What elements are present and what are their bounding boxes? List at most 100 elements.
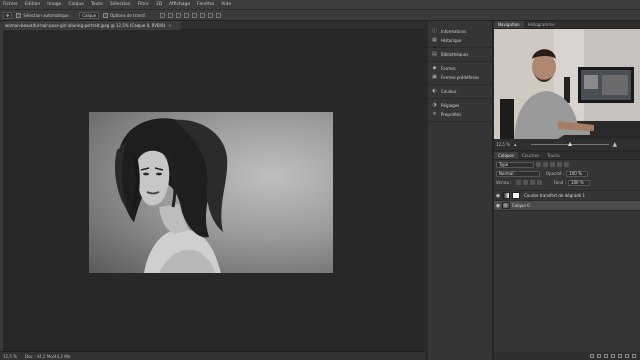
- panel-bibliotheques[interactable]: ▤ Bibliothèques: [428, 50, 492, 59]
- lock-pixels-icon[interactable]: [515, 180, 521, 185]
- delete-layer-icon[interactable]: [632, 354, 636, 358]
- navigator-zoom-bar: 12,5 % ▴ ▲: [494, 139, 640, 150]
- tab-navigation[interactable]: Navigation: [494, 21, 524, 28]
- document-image[interactable]: [89, 112, 333, 273]
- navigator-panel: Navigation Histogramme 12,5 % ▴ ▲: [494, 21, 640, 150]
- align-bottom-icon[interactable]: [199, 12, 205, 18]
- panel-informations[interactable]: ⓘ Informations: [428, 27, 492, 36]
- add-mask-icon[interactable]: [604, 354, 608, 358]
- collapsed-panels: ⓘ Informations ▦ Historique ▤ Bibliothèq…: [428, 21, 493, 360]
- visibility-eye-icon[interactable]: ◉: [494, 203, 502, 209]
- auto-select-dropdown[interactable]: Calque: [79, 11, 100, 19]
- menu-3d[interactable]: 3D: [156, 2, 162, 7]
- filter-text-icon[interactable]: [550, 162, 555, 167]
- blend-opacity-row: Normal Opacité : 100 %: [494, 169, 640, 178]
- panel-proprietes-label: Propriétés: [441, 112, 462, 117]
- auto-select-checkbox[interactable]: [16, 12, 22, 18]
- navigator-tabs: Navigation Histogramme: [494, 21, 640, 29]
- align-center-icon[interactable]: [167, 12, 173, 18]
- zoom-out-icon[interactable]: ▴: [514, 142, 517, 148]
- canvas-area[interactable]: [3, 30, 425, 351]
- info-icon: ⓘ: [432, 28, 438, 34]
- distribute-icon[interactable]: [207, 12, 213, 18]
- status-zoom[interactable]: 12,5 %: [3, 354, 17, 359]
- link-layers-icon[interactable]: [590, 354, 594, 358]
- layer-mask-thumb[interactable]: [512, 192, 520, 199]
- menu-texte[interactable]: Texte: [91, 2, 103, 7]
- fill-field[interactable]: 100 %: [567, 179, 590, 186]
- panel-formes-label: Formes: [441, 66, 456, 71]
- menu-affichage[interactable]: Affichage: [169, 2, 190, 7]
- panel-formes-predefinies[interactable]: ▣ Formes prédéfinies: [428, 73, 492, 82]
- align-buttons: [159, 12, 224, 18]
- panel-historique[interactable]: ▦ Historique: [428, 36, 492, 45]
- menu-edition[interactable]: Edition: [25, 2, 41, 7]
- panel-reglages[interactable]: ◑ Réglages: [428, 101, 492, 110]
- opacity-field[interactable]: 100 %: [566, 170, 589, 177]
- lock-artboard-icon[interactable]: [529, 180, 535, 185]
- zoom-slider[interactable]: [530, 142, 609, 146]
- visibility-eye-icon[interactable]: ◉: [494, 193, 502, 199]
- lock-all-icon[interactable]: [536, 180, 542, 185]
- layer-name[interactable]: Calque 0: [512, 203, 530, 208]
- menu-filtre[interactable]: Filtre: [138, 2, 149, 7]
- panel-proprietes[interactable]: ≡ Propriétés: [428, 110, 492, 119]
- tab-traces[interactable]: Tracés: [543, 152, 564, 159]
- panel-group-info: ⓘ Informations ▦ Historique: [428, 25, 492, 48]
- menu-aide[interactable]: Aide: [221, 2, 231, 7]
- menu-bar: Fichier Edition Image Calque Texte Sélec…: [0, 0, 640, 9]
- filter-adjust-icon[interactable]: [543, 162, 548, 167]
- menu-selection[interactable]: Sélection: [110, 2, 131, 7]
- menu-fichier[interactable]: Fichier: [3, 2, 18, 7]
- shapes-icon: ◆: [432, 65, 437, 71]
- menu-calque[interactable]: Calque: [68, 2, 84, 7]
- layer-style-icon[interactable]: [597, 354, 601, 358]
- align-top-icon[interactable]: [183, 12, 189, 18]
- zoom-slider-thumb[interactable]: [567, 142, 572, 146]
- transform-controls-checkbox[interactable]: [103, 12, 109, 18]
- transform-controls-label: Options de transf.: [110, 12, 146, 18]
- layer-name[interactable]: Courbe transfert de dégradé 1: [524, 193, 585, 198]
- document-tab[interactable]: woman-beautiful-hair-pose-girl-alluring-…: [3, 21, 181, 30]
- panel-group-shapes: ◆ Formes ▣ Formes prédéfinies: [428, 62, 492, 85]
- new-adjustment-icon[interactable]: [611, 354, 615, 358]
- panel-historique-label: Historique: [441, 38, 462, 43]
- layer-row[interactable]: ◉ Courbe transfert de dégradé 1: [494, 191, 640, 201]
- panel-couleur[interactable]: ◐ Couleur: [428, 87, 492, 96]
- panel-bibliotheques-label: Bibliothèques: [441, 52, 469, 57]
- layers-footer: [494, 352, 640, 360]
- webcam-scene: [494, 29, 640, 139]
- tool-preset-picker[interactable]: ✥: [3, 11, 13, 19]
- lock-position-icon[interactable]: [522, 180, 528, 185]
- new-layer-icon[interactable]: [625, 354, 629, 358]
- filter-smart-icon[interactable]: [564, 162, 569, 167]
- layers-tabs: Calques Couches Tracés: [494, 152, 640, 160]
- close-tab-icon[interactable]: ×: [168, 23, 171, 28]
- filter-kind-select[interactable]: Type: [496, 161, 534, 168]
- align-middle-icon[interactable]: [191, 12, 197, 18]
- new-group-icon[interactable]: [618, 354, 622, 358]
- tab-calques[interactable]: Calques: [494, 152, 518, 159]
- filter-pixel-icon[interactable]: [536, 162, 541, 167]
- tab-couches[interactable]: Couches: [518, 152, 543, 159]
- webcam-overlay: [494, 29, 640, 139]
- fill-label: Fond :: [553, 180, 566, 185]
- history-icon: ▦: [432, 37, 437, 43]
- filter-shape-icon[interactable]: [557, 162, 562, 167]
- panel-formes[interactable]: ◆ Formes: [428, 64, 492, 73]
- auto-select-label: Sélection automatique :: [23, 12, 72, 18]
- custom-shapes-icon: ▣: [432, 74, 437, 80]
- document-tab-title: woman-beautiful-hair-pose-girl-alluring-…: [5, 23, 166, 28]
- align-right-icon[interactable]: [175, 12, 181, 18]
- panel-couleur-label: Couleur: [441, 89, 457, 94]
- zoom-in-icon[interactable]: ▲: [613, 141, 618, 148]
- 3d-mode-icon[interactable]: [215, 12, 221, 18]
- navigator-zoom-value[interactable]: 12,5 %: [496, 142, 510, 147]
- tab-histogramme[interactable]: Histogramme: [524, 21, 559, 28]
- blend-mode-select[interactable]: Normal: [496, 170, 540, 177]
- menu-image[interactable]: Image: [47, 2, 61, 7]
- menu-fenetre[interactable]: Fenêtre: [197, 2, 214, 7]
- align-left-icon[interactable]: [159, 12, 165, 18]
- layer-row[interactable]: ◉ Calque 0: [494, 201, 640, 211]
- panel-informations-label: Informations: [441, 29, 467, 34]
